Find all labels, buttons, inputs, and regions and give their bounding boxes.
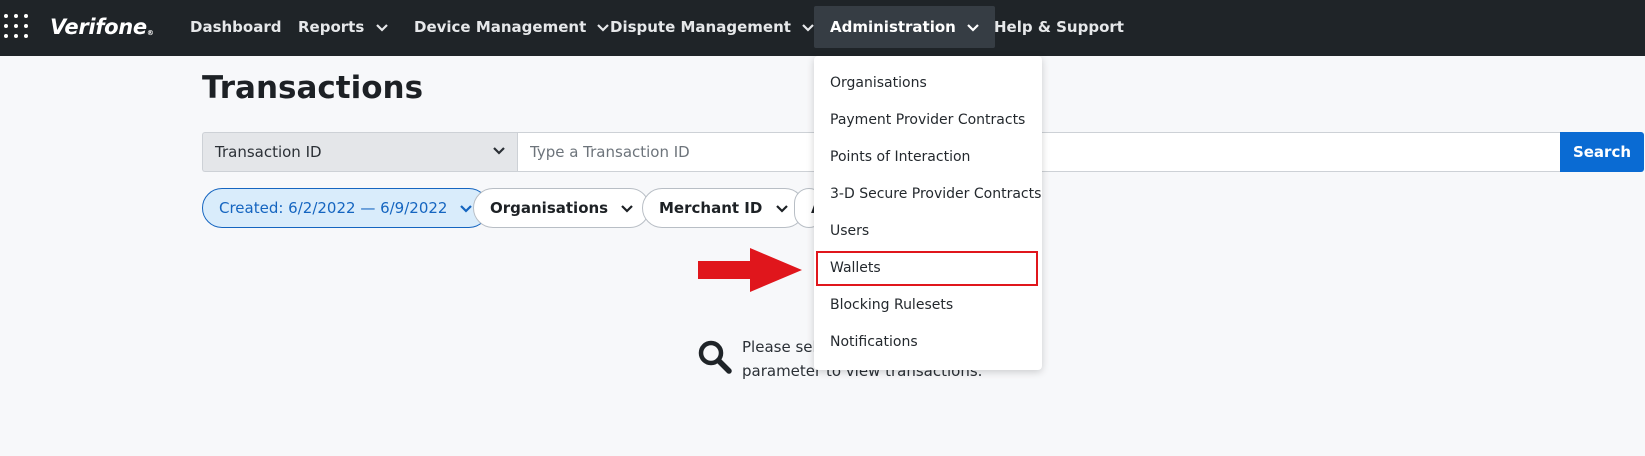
search-type-value: Transaction ID (215, 143, 322, 161)
menu-item-wallets[interactable]: Wallets (814, 250, 1042, 287)
search-icon (698, 340, 732, 374)
search-type-select[interactable]: Transaction ID (202, 132, 517, 172)
chevron-down-icon (775, 204, 788, 213)
menu-item-points-of-interaction[interactable]: Points of Interaction (814, 139, 1042, 176)
nav-reports[interactable]: Reports (282, 6, 404, 48)
nav-dashboard[interactable]: Dashboard (174, 6, 297, 48)
chevron-down-icon (802, 23, 814, 32)
chevron-down-icon (621, 204, 634, 213)
search-button[interactable]: Search (1560, 132, 1644, 172)
apps-grid-icon[interactable] (4, 14, 30, 40)
red-arrow-annotation (698, 248, 802, 292)
chevron-down-icon (460, 204, 473, 213)
merchant-id-filter[interactable]: Merchant ID (642, 188, 805, 228)
menu-item-users[interactable]: Users (814, 213, 1042, 250)
menu-item-blocking-rulesets[interactable]: Blocking Rulesets (814, 287, 1042, 324)
menu-item-3ds-provider-contracts[interactable]: 3-D Secure Provider Contracts (814, 176, 1042, 213)
menu-item-organisations[interactable]: Organisations (814, 65, 1042, 102)
nav-help-support[interactable]: Help & Support (978, 6, 1140, 48)
nav-dispute-management[interactable]: Dispute Management (594, 6, 830, 48)
nav-administration[interactable]: Administration (814, 6, 996, 48)
created-date-filter[interactable]: Created: 6/2/2022 — 6/9/2022 (202, 188, 490, 228)
nav-device-management[interactable]: Device Management (398, 6, 625, 48)
chevron-down-icon (493, 147, 505, 155)
top-nav: Verifone® Dashboard Reports Device Manag… (0, 0, 1645, 56)
brand-logo[interactable]: Verifone® (50, 12, 154, 42)
page-title: Transactions (202, 70, 424, 106)
administration-menu: Organisations Payment Provider Contracts… (814, 56, 1042, 370)
menu-item-payment-provider-contracts[interactable]: Payment Provider Contracts (814, 102, 1042, 139)
chevron-down-icon (375, 23, 388, 32)
menu-item-notifications[interactable]: Notifications (814, 324, 1042, 361)
organisations-filter[interactable]: Organisations (473, 188, 651, 228)
